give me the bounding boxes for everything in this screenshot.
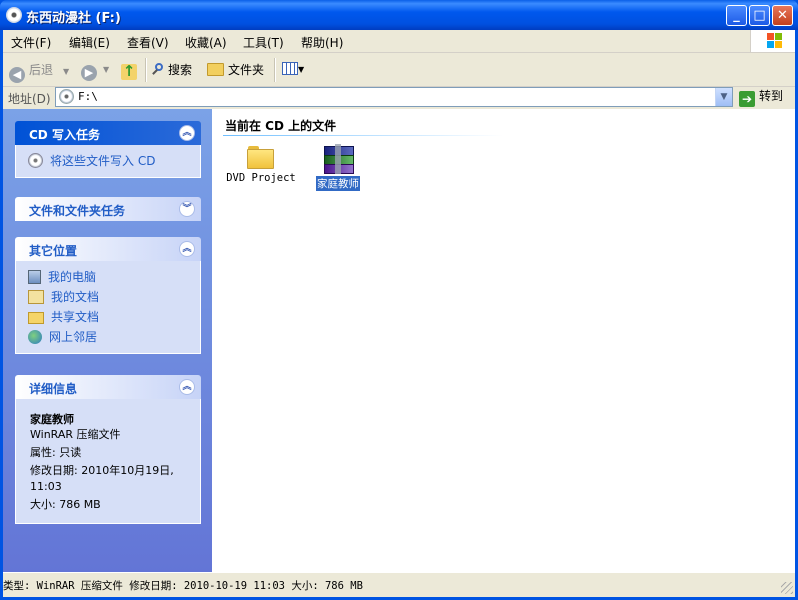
- search-icon: [151, 63, 165, 77]
- file-name: 家庭教师: [316, 176, 360, 191]
- address-bar: 地址(D) F:\ ▼ ➔ 转到: [3, 87, 795, 109]
- file-tasks-title: 文件和文件夹任务: [29, 204, 126, 218]
- other-places-panel: 其它位置 ︽ 我的电脑 我的文档 共享文档 网上邻居: [15, 237, 201, 354]
- address-input[interactable]: F:\ ▼: [55, 87, 733, 107]
- collapse-chevron-icon[interactable]: ︽: [179, 379, 195, 395]
- place-label: 网上邻居: [49, 330, 98, 344]
- up-folder-icon: ↑: [121, 62, 137, 80]
- status-text: 类型: WinRAR 压缩文件 修改日期: 2010-10-19 11:03 大…: [3, 580, 363, 592]
- go-arrow-icon: ➔: [739, 91, 755, 107]
- file-item-archive[interactable]: 家庭教师: [300, 144, 376, 191]
- window-frame: 文件(F) 编辑(E) 查看(V) 收藏(A) 工具(T) 帮助(H) ◀ 后退 ▼…: [3, 30, 795, 597]
- go-label: 转到: [759, 89, 784, 103]
- close-button[interactable]: ✕: [772, 5, 793, 26]
- up-folder-button[interactable]: ↑: [121, 61, 137, 80]
- cd-write-icon: [28, 153, 43, 168]
- my-computer-icon: [28, 270, 41, 284]
- windows-logo-icon: [750, 30, 795, 52]
- status-bar: 类型: WinRAR 压缩文件 修改日期: 2010-10-19 11:03 大…: [3, 572, 795, 596]
- folders-button[interactable]: 文件夹: [207, 61, 264, 78]
- place-my-documents[interactable]: 我的文档: [28, 287, 200, 307]
- place-my-computer[interactable]: 我的电脑: [28, 267, 200, 287]
- detail-size: 大小: 786 MB: [30, 498, 101, 511]
- place-label: 我的电脑: [48, 270, 97, 284]
- views-dropdown-icon: ▼: [298, 65, 305, 74]
- address-label: 地址(D): [8, 92, 51, 106]
- file-name: DVD Project: [226, 172, 296, 184]
- forward-dropdown-icon: ▼: [103, 65, 110, 74]
- task-pane: CD 写入任务 ︽ 将这些文件写入 CD 文件和文件夹任务 ︾ 其它位置 ︽ 我…: [3, 109, 212, 572]
- menu-tools[interactable]: 工具(T): [243, 34, 284, 51]
- cd-drive-icon: [6, 7, 22, 23]
- detail-modified: 修改日期: 2010年10月19日, 11:03: [30, 464, 174, 493]
- place-shared-documents[interactable]: 共享文档: [28, 307, 200, 327]
- place-network[interactable]: 网上邻居: [28, 327, 200, 347]
- collapse-chevron-icon[interactable]: ︽: [179, 125, 195, 141]
- menu-edit[interactable]: 编辑(E): [69, 34, 110, 51]
- title-bar[interactable]: 东西动漫社 (F:) _ □ ✕: [0, 0, 798, 30]
- window-title: 东西动漫社 (F:): [26, 11, 121, 26]
- views-icon: [282, 62, 298, 75]
- file-item-dvd-project[interactable]: DVD Project: [223, 146, 299, 184]
- toolbar-separator: [145, 58, 147, 82]
- details-body: 家庭教师 WinRAR 压缩文件 属性: 只读 修改日期: 2010年10月19…: [15, 399, 201, 524]
- minimize-button[interactable]: _: [726, 5, 747, 26]
- details-title: 详细信息: [29, 382, 78, 396]
- folders-icon: [207, 63, 224, 76]
- file-tasks-header[interactable]: 文件和文件夹任务 ︾: [15, 197, 201, 221]
- file-list-view[interactable]: 当前在 CD 上的文件 DVD Project 家庭教师: [212, 109, 795, 572]
- back-button[interactable]: ◀ 后退 ▼: [9, 61, 69, 83]
- other-places-body: 我的电脑 我的文档 共享文档 网上邻居: [15, 261, 201, 354]
- maximize-button[interactable]: □: [749, 5, 770, 26]
- expand-chevron-icon[interactable]: ︾: [179, 201, 195, 217]
- folders-label: 文件夹: [228, 63, 265, 77]
- menu-view[interactable]: 查看(V): [127, 34, 169, 51]
- place-label: 共享文档: [51, 310, 100, 324]
- cd-drive-icon: [59, 89, 74, 104]
- resize-grip[interactable]: [781, 582, 793, 594]
- menu-favorites[interactable]: 收藏(A): [185, 34, 227, 51]
- go-button[interactable]: ➔ 转到: [739, 87, 783, 107]
- cd-tasks-panel: CD 写入任务 ︽ 将这些文件写入 CD: [15, 121, 201, 178]
- other-places-header[interactable]: 其它位置 ︽: [15, 237, 201, 261]
- forward-button[interactable]: ▶ ▼: [81, 61, 109, 81]
- back-label: 后退: [29, 63, 54, 77]
- network-places-icon: [28, 330, 42, 344]
- detail-file-name: 家庭教师: [30, 413, 74, 426]
- collapse-chevron-icon[interactable]: ︽: [179, 241, 195, 257]
- back-arrow-icon: ◀: [9, 67, 25, 83]
- winrar-archive-icon: [322, 144, 354, 174]
- section-divider: [223, 135, 503, 136]
- address-dropdown-icon[interactable]: ▼: [715, 88, 732, 106]
- explorer-window: 东西动漫社 (F:) _ □ ✕ 文件(F) 编辑(E) 查看(V) 收藏(A)…: [0, 0, 798, 600]
- place-label: 我的文档: [51, 290, 100, 304]
- menu-file[interactable]: 文件(F): [11, 34, 51, 51]
- file-tasks-panel: 文件和文件夹任务 ︾: [15, 197, 201, 221]
- cd-tasks-body: 将这些文件写入 CD: [15, 145, 201, 178]
- cd-tasks-title: CD 写入任务: [29, 128, 100, 142]
- cd-tasks-header[interactable]: CD 写入任务 ︽: [15, 121, 201, 145]
- write-to-cd-task[interactable]: 将这些文件写入 CD: [28, 151, 200, 171]
- address-value: F:\: [78, 90, 98, 103]
- menu-help[interactable]: 帮助(H): [301, 34, 343, 51]
- detail-file-type: WinRAR 压缩文件: [30, 428, 121, 441]
- standard-toolbar: ◀ 后退 ▼ ▶ ▼ ↑ 搜索 文件夹 ▼: [3, 53, 795, 87]
- section-title: 当前在 CD 上的文件: [225, 119, 337, 133]
- back-dropdown-icon: ▼: [63, 67, 70, 76]
- detail-attributes: 属性: 只读: [30, 446, 82, 459]
- search-button[interactable]: 搜索: [151, 61, 192, 78]
- details-panel: 详细信息 ︽ 家庭教师 WinRAR 压缩文件 属性: 只读 修改日期: 201…: [15, 375, 201, 524]
- write-to-cd-label: 将这些文件写入 CD: [50, 154, 156, 168]
- toolbar-separator: [274, 58, 276, 82]
- forward-arrow-icon: ▶: [81, 65, 97, 81]
- shared-folder-icon: [28, 312, 44, 324]
- views-button[interactable]: ▼: [282, 61, 304, 75]
- folder-icon: [247, 146, 275, 170]
- search-label: 搜索: [168, 63, 193, 77]
- menu-bar: 文件(F) 编辑(E) 查看(V) 收藏(A) 工具(T) 帮助(H): [3, 30, 795, 53]
- my-documents-icon: [28, 290, 44, 304]
- details-header[interactable]: 详细信息 ︽: [15, 375, 201, 399]
- other-places-title: 其它位置: [29, 244, 78, 258]
